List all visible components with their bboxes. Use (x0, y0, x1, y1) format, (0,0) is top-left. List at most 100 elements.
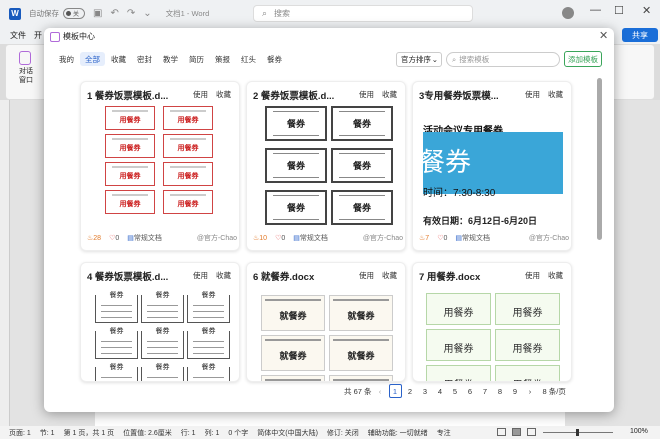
status-position[interactable]: 位置值: 2.6厘米 (123, 428, 172, 438)
status-language[interactable]: 简体中文(中国大陆) (257, 428, 318, 438)
page-3[interactable]: 3 (419, 384, 432, 398)
ticket-text: 餐券 (142, 362, 183, 372)
status-page[interactable]: 页面: 1 (9, 428, 31, 438)
hot-count: 28 (93, 234, 102, 242)
status-column[interactable]: 列: 1 (205, 428, 220, 438)
dialog-label-line1: 对话 (19, 68, 33, 75)
add-template-button[interactable]: 添加模板 (564, 51, 602, 67)
page-7[interactable]: 7 (479, 384, 492, 398)
save-icon[interactable]: ▣ (93, 8, 102, 19)
page-2[interactable]: 2 (404, 384, 417, 398)
autosave-toggle[interactable]: 关 (63, 8, 85, 19)
tab-mine[interactable]: 我的 (54, 52, 79, 66)
favorite-button[interactable]: 收藏 (548, 270, 563, 281)
ticket-text: 餐券 (96, 326, 137, 336)
ticket: 餐券 (265, 190, 327, 225)
page-6[interactable]: 6 (464, 384, 477, 398)
use-button[interactable]: 使用 (359, 89, 374, 100)
favorite-button[interactable]: 收藏 (548, 89, 563, 100)
menu-file[interactable]: 文件 (10, 30, 26, 41)
template-card-3[interactable]: 3专用餐券饭票模... 使用 收藏 活动会议专用餐券 餐券 时间：7:30-8:… (412, 81, 572, 251)
status-section[interactable]: 节: 1 (40, 428, 55, 438)
per-page-select[interactable]: 8 条/页 (543, 386, 566, 397)
ticket: 用餐券 (105, 106, 155, 130)
status-page-count[interactable]: 第 1 页，共 1 页 (64, 428, 115, 438)
use-button[interactable]: 使用 (193, 89, 208, 100)
status-focus[interactable]: 专注 (437, 428, 451, 438)
next-page-button[interactable]: › (524, 384, 537, 398)
template-thumbnail: 用餐券 用餐券 用餐券 用餐券 用餐券 用餐券 用餐券 用餐券 (91, 104, 231, 227)
page-8[interactable]: 8 (494, 384, 507, 398)
print-layout-icon[interactable] (512, 428, 521, 436)
ticket-text: 用餐券 (443, 344, 474, 355)
favorite-button[interactable]: 收藏 (382, 89, 397, 100)
page-5[interactable]: 5 (449, 384, 462, 398)
ticket: 用餐券 (105, 134, 155, 158)
minimize-button[interactable]: — (590, 4, 601, 16)
web-layout-icon[interactable] (527, 428, 536, 436)
search-box[interactable]: ⌕ 搜索 (253, 5, 473, 22)
card-title: 4 餐券饭票模板.d... (87, 272, 169, 283)
menu-start[interactable]: 开 (34, 30, 42, 41)
tab-resume[interactable]: 简历 (184, 52, 209, 66)
prev-page-button[interactable]: ‹ (374, 384, 387, 398)
status-line[interactable]: 行: 1 (181, 428, 196, 438)
tab-all[interactable]: 全部 (80, 52, 105, 66)
read-mode-icon[interactable] (497, 428, 506, 436)
favorite-button[interactable]: 收藏 (216, 89, 231, 100)
use-button[interactable]: 使用 (525, 89, 540, 100)
avatar[interactable] (562, 7, 574, 19)
sort-select[interactable]: 官方排序 ⌄ (396, 52, 442, 67)
dialog-window-icon[interactable] (19, 51, 31, 65)
use-button[interactable]: 使用 (525, 270, 540, 281)
use-button[interactable]: 使用 (193, 270, 208, 281)
card-title: 2 餐券饭票模板.d... (253, 91, 335, 102)
page-1[interactable]: 1 (388, 384, 402, 398)
ticket: 就餐券 (329, 335, 393, 371)
ticket: 用餐券 (163, 106, 213, 130)
page-9[interactable]: 9 (509, 384, 522, 398)
template-center-icon (50, 31, 60, 42)
maximize-button[interactable]: ☐ (614, 4, 624, 17)
status-track-changes[interactable]: 修订: 关闭 (327, 428, 359, 438)
dialog-window-label[interactable]: 对话 窗口 (14, 68, 38, 85)
template-card-7[interactable]: 7 用餐券.docx 使用 收藏 用餐券 用餐券 用餐券 用餐券 用餐券 用餐券 (412, 262, 572, 382)
template-card-2[interactable]: 2 餐券饭票模板.d... 使用 收藏 餐券 餐券 餐券 餐券 餐券 餐券 ♨ 1… (246, 81, 406, 251)
thumbnail-date: 有效日期：6月12日-6月20日 (423, 216, 538, 226)
ticket-text: 用餐券 (512, 308, 543, 319)
ticket: 餐券 (141, 362, 184, 381)
favorite-button[interactable]: 收藏 (382, 270, 397, 281)
undo-icon[interactable]: ↶ (110, 8, 118, 19)
template-search-input[interactable]: ⌕ 搜索模板 (446, 52, 560, 67)
redo-icon[interactable]: ↷ (127, 8, 135, 19)
tab-teaching[interactable]: 教学 (158, 52, 183, 66)
ticket-text: 餐券 (352, 161, 371, 171)
template-thumbnail: 餐券 餐券 餐券 餐券 餐券 餐券 餐券 餐券 餐券 (91, 285, 231, 381)
dialog-close-button[interactable]: ✕ (599, 29, 608, 42)
template-card-4[interactable]: 4 餐券饭票模板.d... 使用 收藏 餐券 餐券 餐券 餐券 餐券 餐券 餐券… (80, 262, 240, 382)
ticket: 餐券 (265, 148, 327, 183)
ticket-text: 就餐券 (347, 311, 375, 321)
zoom-slider-thumb[interactable] (576, 429, 579, 436)
zoom-level[interactable]: 100% (630, 428, 648, 435)
window-close-button[interactable]: ✕ (642, 4, 651, 17)
tab-seal[interactable]: 密封 (132, 52, 157, 66)
tab-meal-ticket[interactable]: 餐券 (262, 52, 287, 66)
use-button[interactable]: 使用 (359, 270, 374, 281)
tab-red-header[interactable]: 红头 (236, 52, 261, 66)
page-4[interactable]: 4 (434, 384, 447, 398)
customize-toolbar-icon[interactable]: ⌄ (143, 8, 151, 19)
ticket: 餐券 (95, 362, 138, 381)
tab-plan[interactable]: 策报 (210, 52, 235, 66)
tab-favorites[interactable]: 收藏 (106, 52, 131, 66)
template-card-6[interactable]: 6 就餐券.docx 使用 收藏 就餐券 就餐券 就餐券 就餐券 就餐券 就餐券 (246, 262, 406, 382)
status-accessibility[interactable]: 辅助功能: 一切就绪 (368, 428, 428, 438)
status-word-count[interactable]: 0 个字 (228, 428, 248, 438)
doc-icon: ▤ (293, 235, 300, 242)
template-card-1[interactable]: 1 餐券饭票模板.d... 使用 收藏 用餐券 用餐券 用餐券 用餐券 用餐券 … (80, 81, 240, 251)
scrollbar[interactable] (597, 78, 602, 240)
share-button[interactable]: 共享 (622, 28, 658, 42)
ticket: 餐券 (331, 106, 393, 141)
card-title: 7 用餐券.docx (419, 272, 481, 283)
favorite-button[interactable]: 收藏 (216, 270, 231, 281)
